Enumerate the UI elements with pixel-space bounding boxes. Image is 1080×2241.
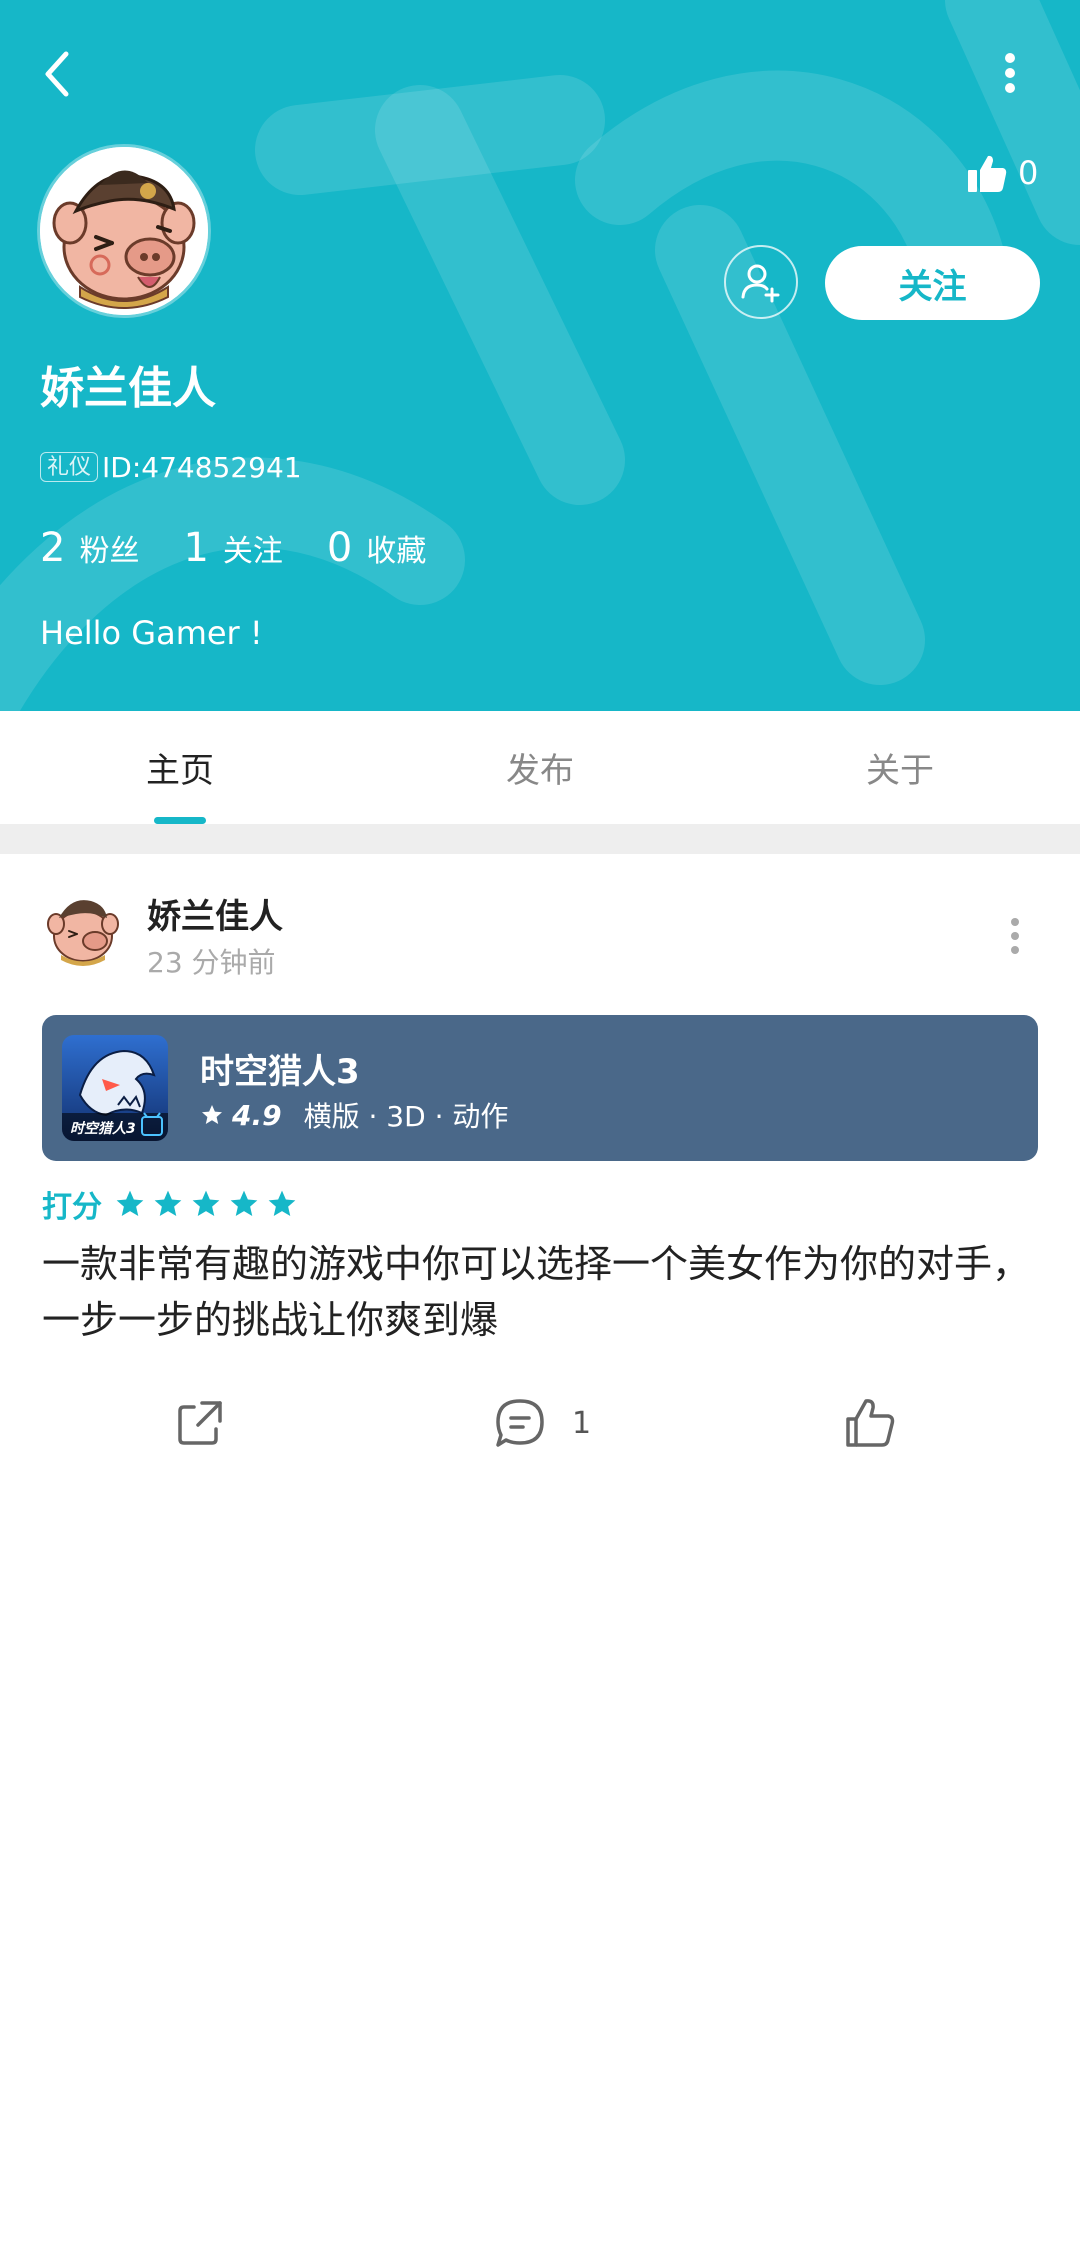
role-badge: 礼仪 [40, 452, 99, 482]
thumbs-up-icon [968, 155, 1007, 192]
thumbs-up-icon [846, 1399, 895, 1447]
game-artwork-icon: 时空猎人3 [62, 1035, 168, 1141]
share-icon [178, 1401, 222, 1445]
star-icon [192, 1190, 220, 1216]
star-icon [230, 1190, 258, 1216]
profile-bio: Hello Gamer ! [40, 614, 263, 652]
stat-following[interactable]: 1 关注 [183, 525, 282, 571]
stat-label: 收藏 [366, 534, 427, 569]
tab-posts[interactable]: 发布 [360, 711, 720, 824]
game-tags: 横版 · 3D · 动作 [303, 1100, 509, 1133]
comment-button[interactable]: 1 [492, 1390, 591, 1456]
star-icon [268, 1190, 296, 1216]
tab-home[interactable]: 主页 [0, 711, 360, 824]
stat-number: 0 [326, 525, 353, 571]
share-button[interactable] [172, 1390, 228, 1456]
star-icon [202, 1105, 222, 1124]
game-icon: 时空猎人3 [62, 1035, 168, 1141]
game-card[interactable]: 时空猎人3 时空猎人3 4.9 横版 · 3D · 动作 [42, 1015, 1038, 1161]
back-arrow-icon[interactable] [36, 44, 80, 104]
star-icon [154, 1190, 182, 1216]
profile-stats: 2 粉丝 1 关注 0 收藏 [40, 525, 470, 571]
profile-header: 0 关注 娇兰佳人 礼仪 ID:474852941 2 粉丝 1 关注 0 收藏… [0, 0, 1080, 711]
follow-button[interactable]: 关注 [825, 246, 1040, 320]
stat-favorites[interactable]: 0 收藏 [327, 525, 426, 571]
tab-about[interactable]: 关于 [720, 711, 1080, 824]
add-user-icon [741, 264, 780, 303]
game-meta: 4.9 横版 · 3D · 动作 [200, 1095, 508, 1135]
score-row: 打分 [42, 1184, 304, 1225]
game-rating: 4.9 [232, 1098, 282, 1132]
post-timestamp: 23 分钟前 [147, 946, 276, 979]
add-friend-button[interactable] [724, 245, 798, 319]
post-author-name[interactable]: 娇兰佳人 [147, 889, 283, 938]
score-label: 打分 [42, 1190, 102, 1225]
post-actions: 1 [0, 1390, 1080, 1456]
tab-label: 发布 [506, 751, 574, 791]
like-count: 0 [1018, 154, 1039, 192]
stat-number: 2 [40, 525, 66, 571]
header-like[interactable]: 0 [966, 150, 1038, 196]
post-content: 一款非常有趣的游戏中你可以选择一个美女作为你的对手，一步一步的挑战让你爽到爆 [42, 1242, 1031, 1342]
post-author-avatar[interactable] [43, 888, 123, 968]
profile-username: 娇兰佳人 [40, 363, 216, 414]
stat-label: 关注 [222, 534, 283, 569]
pig-avatar-icon [40, 147, 208, 315]
user-id: ID:474852941 [102, 450, 302, 484]
tab-label: 关于 [866, 751, 934, 791]
game-title: 时空猎人3 [200, 1052, 360, 1092]
comment-icon [496, 1399, 544, 1447]
tab-label: 主页 [146, 751, 214, 791]
more-vertical-icon[interactable] [990, 50, 1030, 96]
stat-number: 1 [183, 525, 209, 571]
comment-count: 1 [572, 1405, 592, 1441]
section-divider [0, 824, 1080, 854]
profile-tabs: 主页 发布 关于 [0, 711, 1080, 824]
star-icon [116, 1190, 144, 1216]
pig-avatar-icon [43, 888, 123, 968]
stat-label: 粉丝 [79, 534, 140, 569]
game-icon-text: 时空猎人3 [70, 1120, 136, 1137]
post-more-icon[interactable] [1000, 916, 1030, 956]
id-row: 礼仪 ID:474852941 [40, 449, 302, 485]
like-button[interactable] [842, 1390, 898, 1456]
avatar[interactable] [40, 147, 208, 315]
active-tab-indicator [154, 817, 206, 824]
stat-fans[interactable]: 2 粉丝 [40, 525, 139, 571]
